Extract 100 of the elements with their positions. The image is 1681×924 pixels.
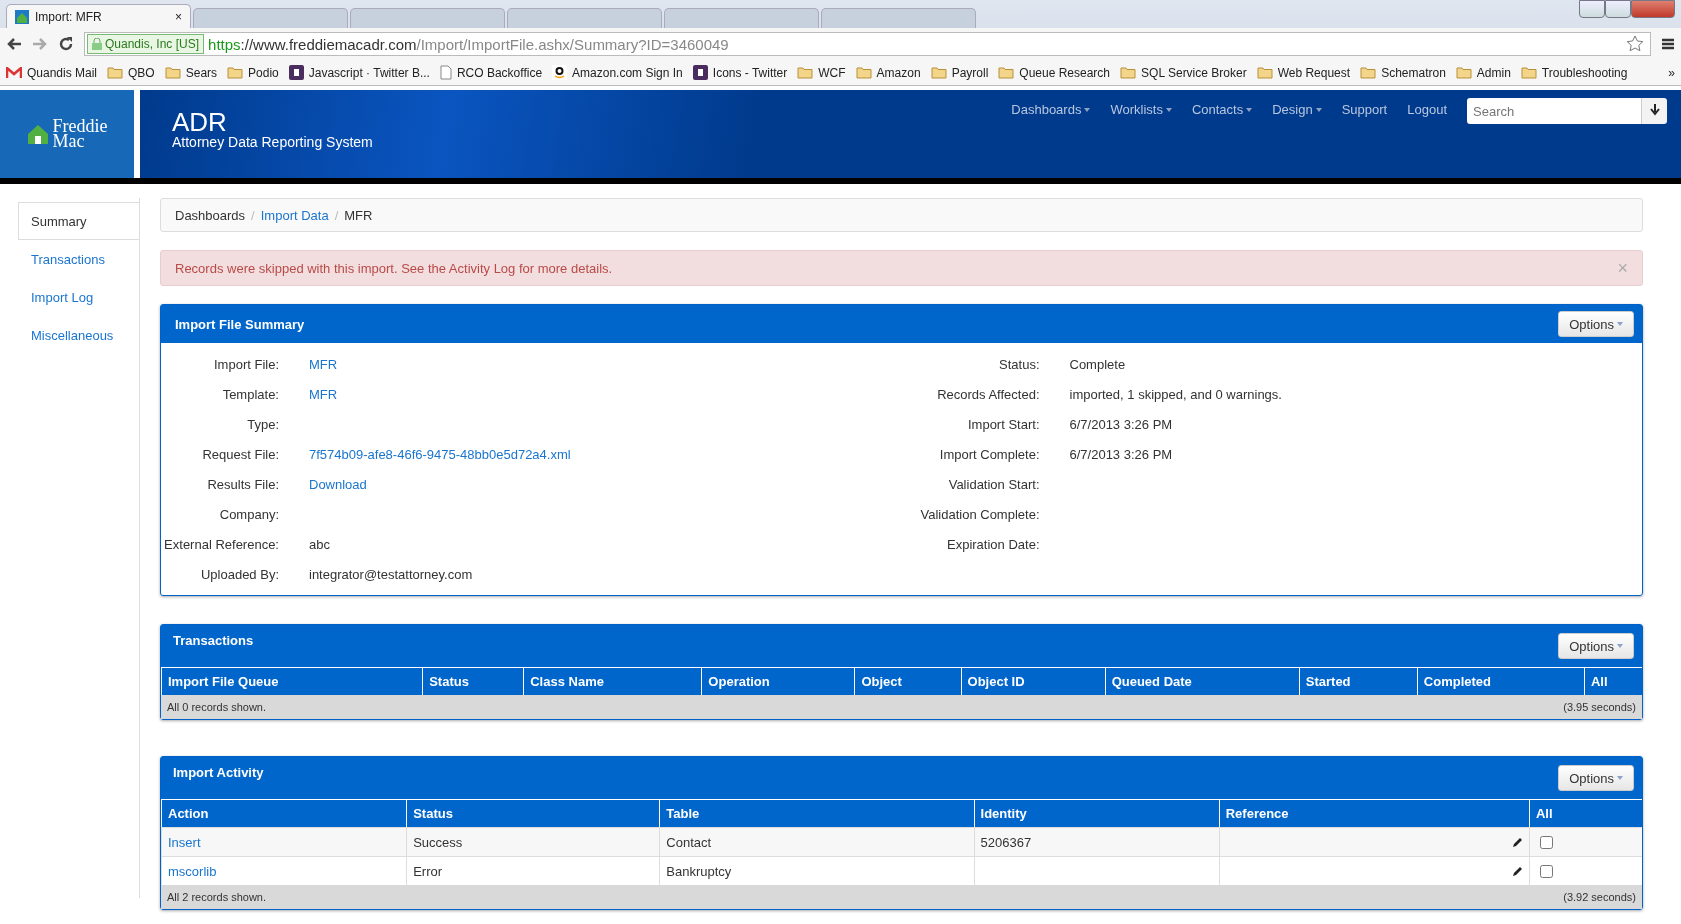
nav-link[interactable]: Design bbox=[1272, 102, 1322, 117]
folder-icon bbox=[1520, 66, 1537, 79]
bookmark[interactable]: SQL Service Broker bbox=[1120, 65, 1247, 80]
browser-tab[interactable]: Import: MFR × bbox=[6, 4, 191, 28]
caret-icon bbox=[1246, 107, 1253, 112]
house-icon bbox=[15, 9, 29, 24]
field-label: Results File: bbox=[206, 476, 279, 492]
field-value: imported, 1 skipped, and 0 warnings. bbox=[1069, 386, 1283, 402]
breadcrumb-link[interactable]: Import Data bbox=[260, 207, 329, 223]
breadcrumb-link[interactable]: MFR bbox=[344, 207, 373, 223]
field-label: Status: bbox=[998, 356, 1040, 372]
minimize-button[interactable] bbox=[1579, 0, 1605, 18]
search-field[interactable]: Search bbox=[1467, 98, 1641, 124]
folder-icon bbox=[1256, 66, 1273, 79]
field-link[interactable]: MFR bbox=[309, 356, 902, 372]
folder-icon bbox=[855, 66, 872, 79]
field-label: External Reference: bbox=[163, 536, 279, 552]
field-label: Records Affected: bbox=[936, 386, 1040, 402]
timing-text: (3.92 seconds) bbox=[1563, 891, 1636, 903]
forward-icon[interactable] bbox=[32, 37, 48, 51]
field-label: Expiration Date: bbox=[946, 536, 1040, 552]
field-label: Import Start: bbox=[966, 416, 1040, 432]
breadcrumb-link[interactable]: Dashboards bbox=[175, 207, 246, 223]
field-label: Import Complete: bbox=[938, 446, 1040, 462]
bookmark[interactable]: Payroll bbox=[930, 65, 989, 80]
records-count: All 2 records shown. bbox=[167, 891, 267, 903]
options-button[interactable]: Options bbox=[1558, 311, 1634, 337]
field-link[interactable]: 7f574b09-afe8-46f6-9475-48bb0e5d72a4.xml bbox=[309, 446, 902, 462]
caret-icon bbox=[1165, 107, 1172, 112]
caret-icon bbox=[1084, 107, 1091, 112]
down-arrow-icon bbox=[1649, 103, 1660, 116]
bookmark[interactable]: Queue Research bbox=[998, 65, 1111, 80]
records-count: All 0 records shown. bbox=[167, 701, 267, 713]
folder-icon bbox=[1120, 66, 1137, 79]
field-value: abc bbox=[309, 536, 331, 552]
restore-button[interactable] bbox=[1605, 0, 1631, 18]
field-label: Validation Start: bbox=[947, 476, 1040, 492]
security-badge: Quandis, Inc [US] bbox=[87, 34, 205, 54]
pencil-icon bbox=[1511, 836, 1523, 848]
row-checkbox[interactable] bbox=[1539, 835, 1553, 849]
folder-icon bbox=[1360, 66, 1377, 79]
breadcrumb-separator: / bbox=[334, 207, 339, 223]
field-value: 6/7/2013 3:26 PM bbox=[1069, 416, 1174, 432]
folder-icon bbox=[227, 66, 244, 79]
panel-title: Import File Summary bbox=[175, 316, 305, 332]
bookmark[interactable]: Amazon bbox=[855, 65, 921, 80]
timing-text: (3.95 seconds) bbox=[1563, 701, 1636, 713]
app-subtitle: Attorney Data Reporting System bbox=[172, 134, 373, 150]
bookmark[interactable]: WCF bbox=[797, 65, 846, 80]
bookmark[interactable]: Podio bbox=[227, 65, 279, 80]
field-label: Request File: bbox=[201, 446, 279, 462]
star-icon[interactable] bbox=[1626, 35, 1644, 53]
options-button[interactable]: Options bbox=[1558, 633, 1634, 659]
folder-icon bbox=[930, 66, 947, 79]
bootstrap-icon bbox=[692, 65, 708, 80]
pencil-icon bbox=[1511, 865, 1523, 877]
more-bookmarks[interactable]: » bbox=[1668, 65, 1675, 80]
bookmark[interactable]: Quandis Mail bbox=[6, 65, 98, 80]
nav-link[interactable]: Worklists bbox=[1110, 102, 1172, 117]
lock-icon bbox=[92, 38, 102, 50]
bootstrap-icon bbox=[288, 65, 304, 80]
logo: Freddie Mac bbox=[52, 119, 108, 149]
nav-link[interactable]: Support bbox=[1341, 102, 1388, 117]
panel-title: Transactions bbox=[173, 633, 254, 648]
close-icon[interactable]: × bbox=[175, 9, 182, 24]
field-value: integrator@testattorney.com bbox=[309, 566, 474, 582]
bookmark[interactable]: RCO Backoffice bbox=[439, 65, 543, 80]
folder-icon bbox=[998, 66, 1015, 79]
bookmark[interactable]: Javascript · Twitter B... bbox=[288, 65, 430, 80]
field-label: Type: bbox=[246, 416, 279, 432]
house-icon bbox=[26, 123, 49, 145]
bookmark[interactable]: Troubleshooting bbox=[1520, 65, 1628, 80]
folder-icon bbox=[797, 66, 814, 79]
options-button[interactable]: Options bbox=[1558, 765, 1634, 791]
bookmark[interactable]: QBO bbox=[107, 65, 155, 80]
field-label: Uploaded By: bbox=[199, 566, 279, 582]
menu-icon[interactable] bbox=[1661, 37, 1675, 51]
app-title: ADR bbox=[172, 110, 228, 134]
nav-link[interactable]: Contacts bbox=[1191, 102, 1253, 117]
sidebar-item[interactable]: Summary bbox=[18, 202, 139, 240]
field-link[interactable]: Download bbox=[309, 476, 902, 492]
bookmark[interactable]: Icons - Twitter bbox=[692, 65, 788, 80]
bookmark[interactable]: Schematron bbox=[1360, 65, 1446, 80]
breadcrumb-separator: / bbox=[251, 207, 255, 223]
back-icon[interactable] bbox=[6, 37, 22, 51]
field-link[interactable]: MFR bbox=[309, 386, 902, 402]
address-bar[interactable]: Quandis, Inc [US] https://www.freddiemacadr.com/Import/ImportFile.ashx/Summary?ID=3460049 bbox=[84, 32, 1651, 56]
close-window-button[interactable] bbox=[1631, 0, 1675, 18]
bookmark[interactable]: Admin bbox=[1455, 65, 1511, 80]
nav-link[interactable]: Dashboards bbox=[1011, 102, 1091, 117]
field-value: 6/7/2013 3:26 PM bbox=[1069, 446, 1174, 462]
amazon-icon bbox=[552, 65, 568, 80]
download-button[interactable] bbox=[1641, 98, 1667, 124]
nav-link[interactable]: Logout bbox=[1407, 102, 1447, 117]
reload-icon[interactable] bbox=[58, 36, 74, 52]
row-checkbox[interactable] bbox=[1539, 864, 1553, 878]
bookmark[interactable]: Amazon.com Sign In bbox=[552, 65, 683, 80]
caret-icon bbox=[1315, 107, 1322, 112]
bookmark[interactable]: Sears bbox=[164, 65, 218, 80]
bookmark[interactable]: Web Request bbox=[1256, 65, 1351, 80]
